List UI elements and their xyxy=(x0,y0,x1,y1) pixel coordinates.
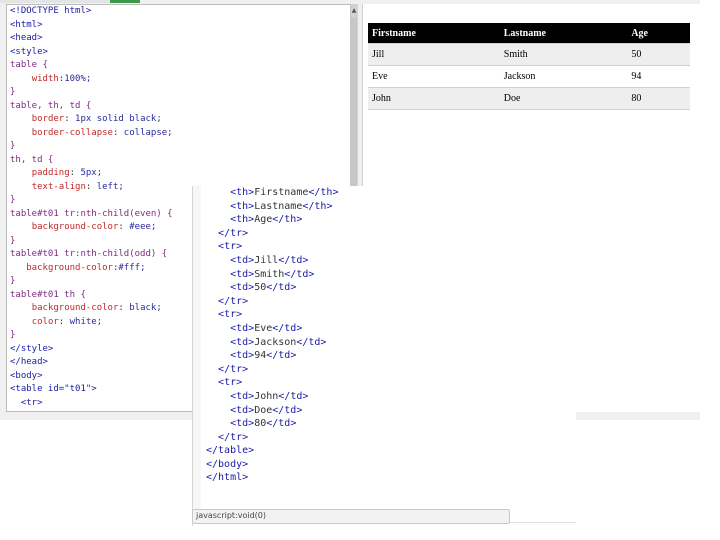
result-header-cell: Age xyxy=(627,23,690,44)
code-line[interactable]: <tr> xyxy=(206,240,338,254)
result-cell: Smith xyxy=(499,43,628,66)
code-line[interactable]: padding: 5px; xyxy=(10,167,173,181)
code-line[interactable]: table#t01 tr:nth-child(even) { xyxy=(10,208,173,222)
code-line[interactable]: <th>Firstname</th> xyxy=(206,186,338,200)
code-line[interactable]: <head> xyxy=(10,32,173,46)
run-tab[interactable] xyxy=(110,0,140,3)
code-line[interactable]: <table id="t01"> xyxy=(10,383,173,397)
code-line[interactable]: } xyxy=(10,194,173,208)
code-line[interactable]: <th>Lastname</th> xyxy=(206,200,338,214)
code-line[interactable]: <tr> xyxy=(10,397,173,411)
editor-tab-strip xyxy=(0,0,150,3)
code-editor-html[interactable]: <!DOCTYPE html> <html> <head> <style> table … xyxy=(10,5,173,410)
status-url-text: javascript:void(0) xyxy=(196,511,267,520)
code-line[interactable]: } xyxy=(10,275,173,289)
code-line[interactable]: background-color:#fff; xyxy=(10,262,173,276)
code-line[interactable]: background-color: #eee; xyxy=(10,221,173,235)
code-line[interactable]: table#t01 tr:nth-child(odd) { xyxy=(10,248,173,262)
code-line[interactable]: <tr> xyxy=(206,376,338,390)
code-line[interactable]: <style> xyxy=(10,46,173,60)
code-line[interactable]: color: white; xyxy=(10,316,173,330)
code-line[interactable]: text-align: left; xyxy=(10,181,173,195)
code-line[interactable]: <th>Age</th> xyxy=(206,213,338,227)
code-line[interactable]: <td>Jackson</td> xyxy=(206,336,338,350)
code-line[interactable]: </body> xyxy=(206,458,338,472)
scroll-up-arrow-icon[interactable]: ▲ xyxy=(350,4,358,16)
code-line[interactable]: <td>Smith</td> xyxy=(206,268,338,282)
code-line[interactable]: <body> xyxy=(10,370,173,384)
result-table: Firstname Lastname Age Jill Smith 50 Eve… xyxy=(368,23,690,110)
table-row: Jill Smith 50 xyxy=(368,43,690,66)
result-cell: 80 xyxy=(627,87,690,110)
result-header-cell: Firstname xyxy=(368,23,500,44)
code-line[interactable]: <td>94</td> xyxy=(206,349,338,363)
code-line[interactable]: </html> xyxy=(206,471,338,485)
code-line[interactable]: table { xyxy=(10,59,173,73)
code-line[interactable]: th, td { xyxy=(10,154,173,168)
code-line[interactable]: } xyxy=(10,329,173,343)
code-line[interactable]: </table> xyxy=(206,444,338,458)
result-cell: Doe xyxy=(499,87,628,110)
code-line[interactable]: <td>John</td> xyxy=(206,390,338,404)
code-line[interactable]: width:100%; xyxy=(10,73,173,87)
code-line[interactable]: </tr> xyxy=(206,227,338,241)
result-cell: Jackson xyxy=(499,65,628,88)
code-line[interactable]: } xyxy=(10,235,173,249)
code-line[interactable]: border: 1px solid black; xyxy=(10,113,173,127)
code-line[interactable]: </tr> xyxy=(206,363,338,377)
code-line[interactable]: <td>Jill</td> xyxy=(206,254,338,268)
code-line[interactable]: </tr> xyxy=(206,295,338,309)
result-header-cell: Lastname xyxy=(499,23,628,44)
code-line[interactable]: </tr> xyxy=(206,431,338,445)
code-line[interactable]: background-color: black; xyxy=(10,302,173,316)
code-line[interactable]: <td>50</td> xyxy=(206,281,338,295)
table-row: John Doe 80 xyxy=(368,87,690,110)
result-table-header-row: Firstname Lastname Age xyxy=(368,23,690,44)
editor-tab[interactable] xyxy=(0,0,110,3)
result-cell: 50 xyxy=(627,43,690,66)
result-cell: Jill xyxy=(368,43,500,66)
code-line[interactable]: border-collapse: collapse; xyxy=(10,127,173,141)
result-cell: Eve xyxy=(368,65,500,88)
code-line[interactable]: table, th, td { xyxy=(10,100,173,114)
code-editor-gutter xyxy=(193,186,201,511)
table-row: Eve Jackson 94 xyxy=(368,65,690,88)
code-editor-table-markup[interactable]: <th>Firstname</th> <th>Lastname</th> <th… xyxy=(206,186,338,485)
code-line[interactable]: <!DOCTYPE html> xyxy=(10,5,173,19)
code-line[interactable]: <td>80</td> xyxy=(206,417,338,431)
code-line[interactable]: <tr> xyxy=(206,308,338,322)
code-line[interactable]: </head> xyxy=(10,356,173,370)
code-line[interactable]: table#t01 th { xyxy=(10,289,173,303)
code-line[interactable]: <td>Eve</td> xyxy=(206,322,338,336)
code-line[interactable]: } xyxy=(10,140,173,154)
code-line[interactable]: </style> xyxy=(10,343,173,357)
result-cell: 94 xyxy=(627,65,690,88)
code-line[interactable]: <td>Doe</td> xyxy=(206,404,338,418)
code-line[interactable]: } xyxy=(10,86,173,100)
code-line[interactable]: <html> xyxy=(10,19,173,33)
result-cell: John xyxy=(368,87,500,110)
